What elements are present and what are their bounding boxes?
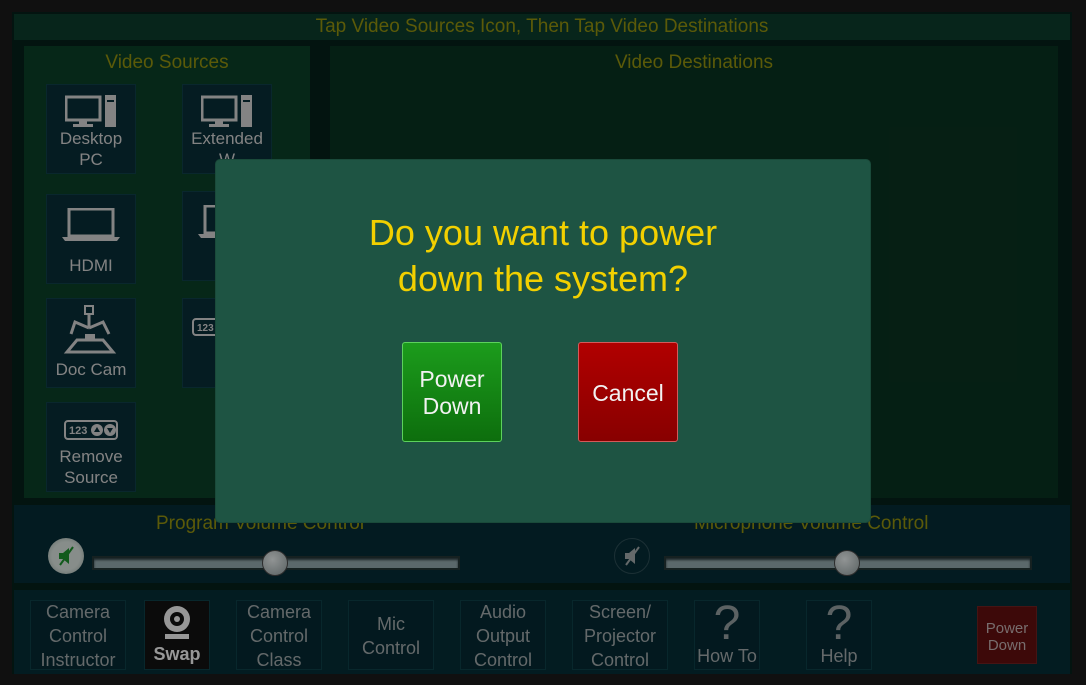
power-down-dialog: Do you want to power down the system? Po… — [216, 160, 870, 522]
confirm-label: Power — [419, 366, 485, 392]
cancel-button[interactable]: Cancel — [578, 342, 678, 442]
dialog-question: Do you want to power down the system? — [216, 210, 870, 302]
dialog-question-line: Do you want to power — [368, 212, 718, 253]
confirm-power-down-button[interactable]: Power Down — [402, 342, 502, 442]
confirm-label: Down — [422, 393, 482, 419]
dialog-question-line: down the system? — [397, 258, 689, 299]
